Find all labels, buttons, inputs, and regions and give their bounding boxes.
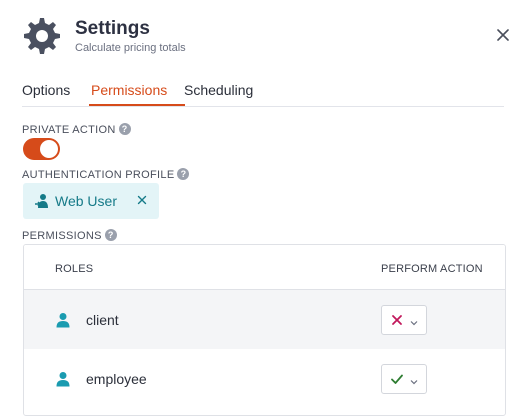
authentication-profile-chip[interactable]: Web User [23, 183, 159, 219]
authentication-profile-value: Web User [55, 193, 117, 209]
help-icon[interactable]: ? [177, 168, 190, 180]
help-icon[interactable]: ? [118, 123, 131, 135]
column-header-roles: ROLES [55, 263, 94, 275]
help-icon[interactable]: ? [104, 229, 117, 241]
private-action-toggle[interactable] [23, 138, 60, 160]
tab-options[interactable]: Options [22, 82, 70, 98]
authentication-profile-label-text: AUTHENTICATION PROFILE [22, 169, 175, 181]
toggle-knob [40, 140, 58, 158]
private-action-label-text: PRIVATE ACTION [22, 124, 116, 136]
perform-action-select[interactable] [381, 305, 427, 335]
role-name: employee [86, 371, 147, 387]
column-header-perform-action: PERFORM ACTION [381, 263, 483, 275]
permissions-label: PERMISSIONS? [22, 229, 117, 242]
modal-header: Settings Calculate pricing totals [22, 16, 512, 60]
page-title: Settings [75, 18, 150, 39]
close-icon[interactable] [494, 26, 512, 44]
authentication-profile-label: AUTHENTICATION PROFILE? [22, 168, 190, 181]
active-tab-indicator [89, 104, 185, 106]
table-header: ROLES PERFORM ACTION [24, 245, 505, 290]
role-name: client [86, 312, 119, 328]
perform-action-select[interactable] [381, 364, 427, 394]
table-row: employee [24, 349, 505, 408]
user-key-icon [34, 193, 50, 209]
close-icon[interactable] [135, 193, 149, 207]
user-icon [55, 371, 71, 387]
tab-bar: Options Permissions Scheduling [22, 80, 504, 107]
tab-permissions[interactable]: Permissions [91, 82, 167, 98]
page-subtitle: Calculate pricing totals [75, 42, 186, 54]
check-icon [390, 372, 404, 386]
permissions-table: ROLES PERFORM ACTION client employee [23, 244, 506, 416]
table-row: client [24, 290, 505, 349]
chevron-down-icon [409, 315, 419, 326]
x-icon [390, 313, 404, 327]
gear-icon [22, 16, 62, 56]
user-icon [55, 312, 71, 328]
private-action-label: PRIVATE ACTION? [22, 123, 131, 136]
chevron-down-icon [409, 374, 419, 385]
tab-scheduling[interactable]: Scheduling [184, 82, 253, 98]
permissions-label-text: PERMISSIONS [22, 230, 102, 242]
